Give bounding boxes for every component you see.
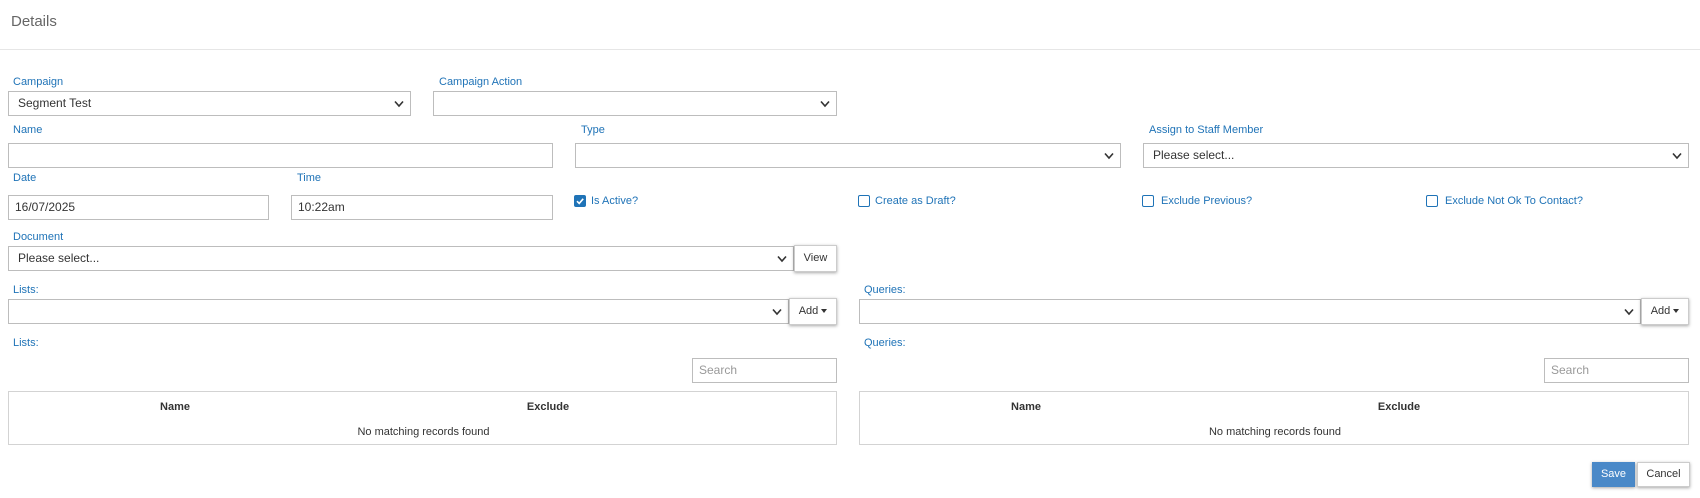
name-input[interactable] [8, 143, 553, 168]
campaign-action-select[interactable] [433, 91, 837, 116]
caret-down-icon [821, 309, 828, 314]
document-select-value: Please select... [18, 251, 100, 265]
header-divider [0, 49, 1700, 50]
save-button[interactable]: Save [1592, 462, 1635, 487]
campaign-select[interactable]: Segment Test [8, 91, 411, 116]
is-active-label: Is Active? [591, 195, 639, 207]
chevron-down-icon [1624, 308, 1634, 316]
exclude-not-ok-label: Exclude Not Ok To Contact? [1445, 195, 1583, 207]
staff-select[interactable]: Please select... [1143, 143, 1689, 168]
type-label: Type [581, 124, 605, 136]
date-label: Date [13, 172, 37, 184]
add-query-button-label: Add [1650, 305, 1671, 317]
campaign-select-value: Segment Test [18, 96, 92, 110]
is-active-checkbox[interactable] [574, 195, 586, 207]
checkmark-icon [576, 198, 584, 205]
page-title: Details [11, 13, 57, 30]
view-document-button[interactable]: View [794, 245, 837, 272]
queries-select-label: Queries: [864, 284, 906, 296]
exclude-previous-label: Exclude Previous? [1161, 195, 1253, 207]
campaign-action-label: Campaign Action [439, 76, 523, 88]
chevron-down-icon [1672, 152, 1682, 160]
chevron-down-icon [820, 100, 830, 108]
type-select[interactable] [575, 143, 1121, 168]
chevron-down-icon [394, 100, 404, 108]
lists-select[interactable] [8, 299, 789, 324]
lists-col-exclude[interactable]: Exclude [341, 401, 755, 413]
lists-col-name[interactable]: Name [9, 401, 341, 413]
queries-empty-message: No matching records found [1208, 426, 1342, 438]
queries-table-label: Queries: [864, 337, 906, 349]
lists-table: Name Exclude No matching records found [8, 391, 837, 445]
add-query-button[interactable]: Add [1641, 298, 1689, 325]
lists-table-label: Lists: [13, 337, 39, 349]
document-label: Document [13, 231, 64, 243]
create-draft-label: Create as Draft? [875, 195, 956, 207]
queries-col-name[interactable]: Name [860, 401, 1192, 413]
time-label: Time [297, 172, 322, 184]
exclude-previous-checkbox[interactable] [1142, 195, 1154, 207]
lists-empty-message: No matching records found [357, 426, 490, 438]
lists-select-label: Lists: [13, 284, 39, 296]
add-list-button[interactable]: Add [789, 298, 837, 325]
cancel-button[interactable]: Cancel [1637, 462, 1690, 487]
staff-select-value: Please select... [1153, 148, 1235, 162]
chevron-down-icon [777, 255, 787, 263]
date-input[interactable]: 16/07/2025 [8, 195, 269, 220]
chevron-down-icon [772, 308, 782, 316]
add-list-button-label: Add [798, 305, 819, 317]
time-input[interactable]: 10:22am [291, 195, 553, 220]
queries-table: Name Exclude No matching records found [859, 391, 1689, 445]
staff-label: Assign to Staff Member [1149, 124, 1264, 136]
create-draft-checkbox[interactable] [858, 195, 870, 207]
queries-search-input[interactable]: Search [1544, 358, 1689, 383]
campaign-label: Campaign [13, 76, 64, 88]
exclude-not-ok-checkbox[interactable] [1426, 195, 1438, 207]
lists-search-input[interactable]: Search [692, 358, 837, 383]
queries-select[interactable] [859, 299, 1641, 324]
chevron-down-icon [1104, 152, 1114, 160]
queries-col-exclude[interactable]: Exclude [1192, 401, 1606, 413]
name-label: Name [13, 124, 43, 136]
caret-down-icon [1673, 309, 1680, 314]
document-select[interactable]: Please select... [8, 246, 794, 271]
